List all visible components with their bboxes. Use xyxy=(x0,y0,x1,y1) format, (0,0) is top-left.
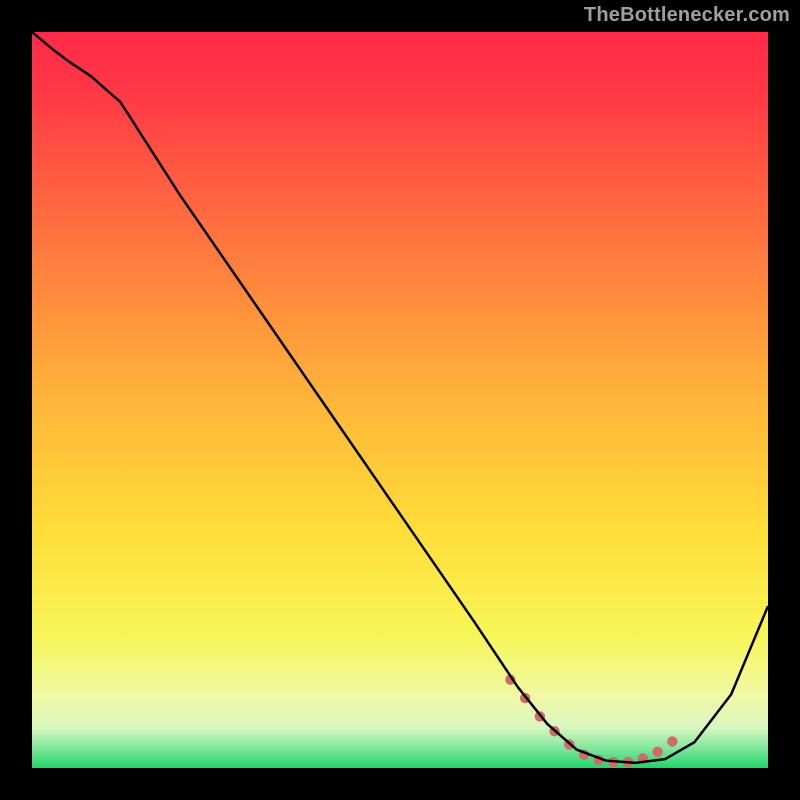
gradient-background xyxy=(32,32,768,768)
chart-container: TheBottlenecker.com xyxy=(0,0,800,800)
attribution-text: TheBottlenecker.com xyxy=(584,4,790,27)
marker-dot xyxy=(667,736,677,746)
marker-dot xyxy=(652,747,662,757)
chart-svg xyxy=(32,32,768,768)
plot-area xyxy=(32,32,768,768)
